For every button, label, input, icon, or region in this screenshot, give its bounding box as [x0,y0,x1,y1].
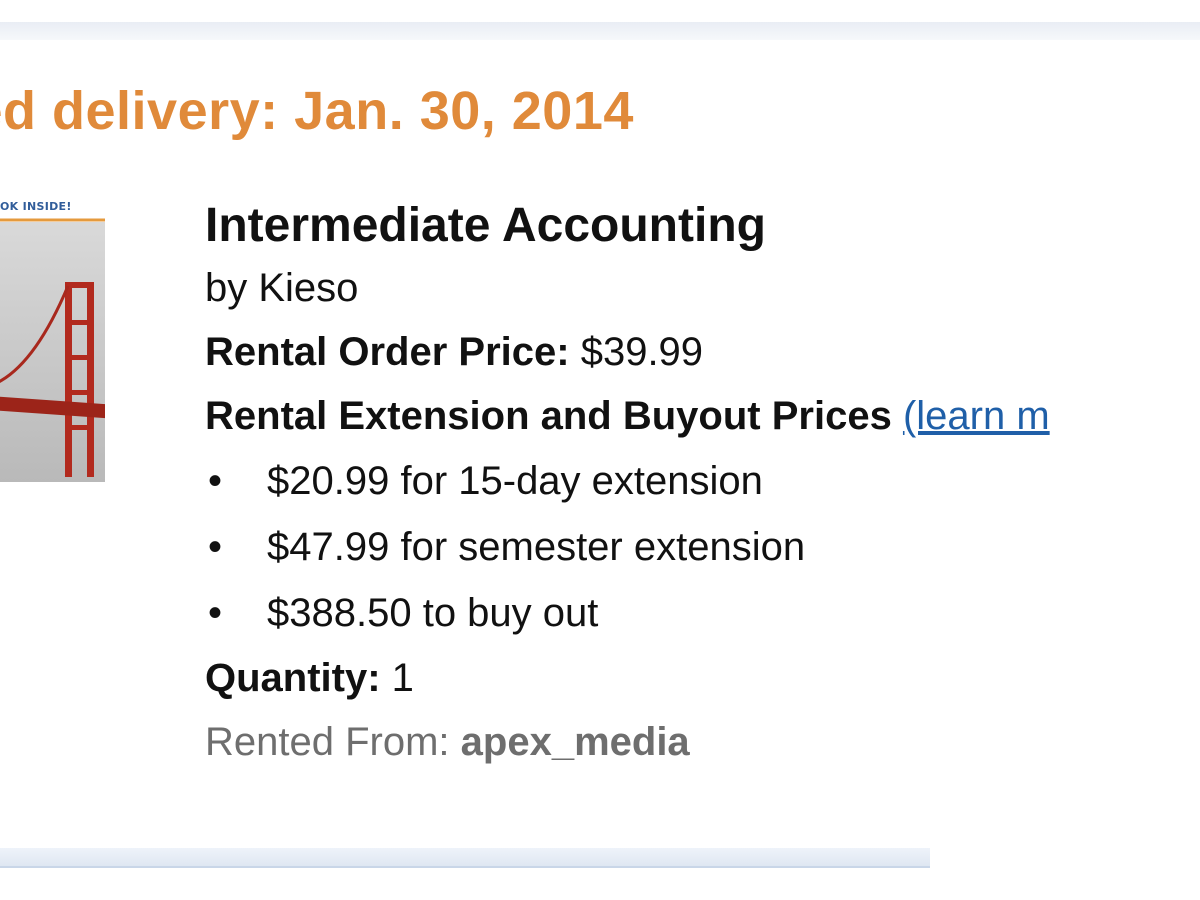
option-text: $388.50 to buy out [267,591,599,635]
estimated-delivery-heading: nated delivery: Jan. 30, 2014 [0,81,634,141]
author-line: by Kieso [205,266,359,310]
quantity-row: Quantity: 1 [205,646,1050,710]
card-top-border [0,22,1200,40]
rental-price-value: $39.99 [580,330,704,374]
seller-name-link[interactable]: apex_media [461,720,690,764]
option-text: $47.99 for semester extension [267,525,806,569]
card-bottom-border [0,848,930,868]
rental-price-label: Rental Order Price: [205,330,570,374]
quantity-value: 1 [391,656,414,700]
book-details: Intermediate Accounting by Kieso Rental … [205,196,1050,774]
rented-from-row: Rented From: apex_media [205,710,1050,774]
learn-more-link[interactable]: (learn m [903,394,1050,438]
list-item: • $20.99 for 15-day extension [205,448,1050,514]
extension-options-list: • $20.99 for 15-day extension • $47.99 f… [205,448,1050,646]
bullet-icon: • [207,591,222,635]
rental-price-row: Rental Order Price: $39.99 [205,320,1050,384]
list-item: • $388.50 to buy out [205,580,1050,646]
list-item: • $47.99 for semester extension [205,514,1050,580]
extension-label: Rental Extension and Buyout Prices [205,394,892,438]
rented-from-label: Rented From: [205,720,450,764]
option-text: $20.99 for 15-day extension [267,459,763,503]
golden-gate-bridge-icon: S [0,218,105,482]
book-title-link[interactable]: Intermediate Accounting [205,196,1050,256]
book-cover-image[interactable]: S [0,190,105,482]
bullet-icon: • [207,525,222,569]
quantity-label: Quantity: [205,656,381,700]
bullet-icon: • [207,459,222,503]
extension-row: Rental Extension and Buyout Prices (lear… [205,384,1050,448]
order-item-card: nated delivery: Jan. 30, 2014 OK INSIDE! [0,0,1200,900]
look-inside-badge[interactable]: OK INSIDE! [0,200,72,213]
